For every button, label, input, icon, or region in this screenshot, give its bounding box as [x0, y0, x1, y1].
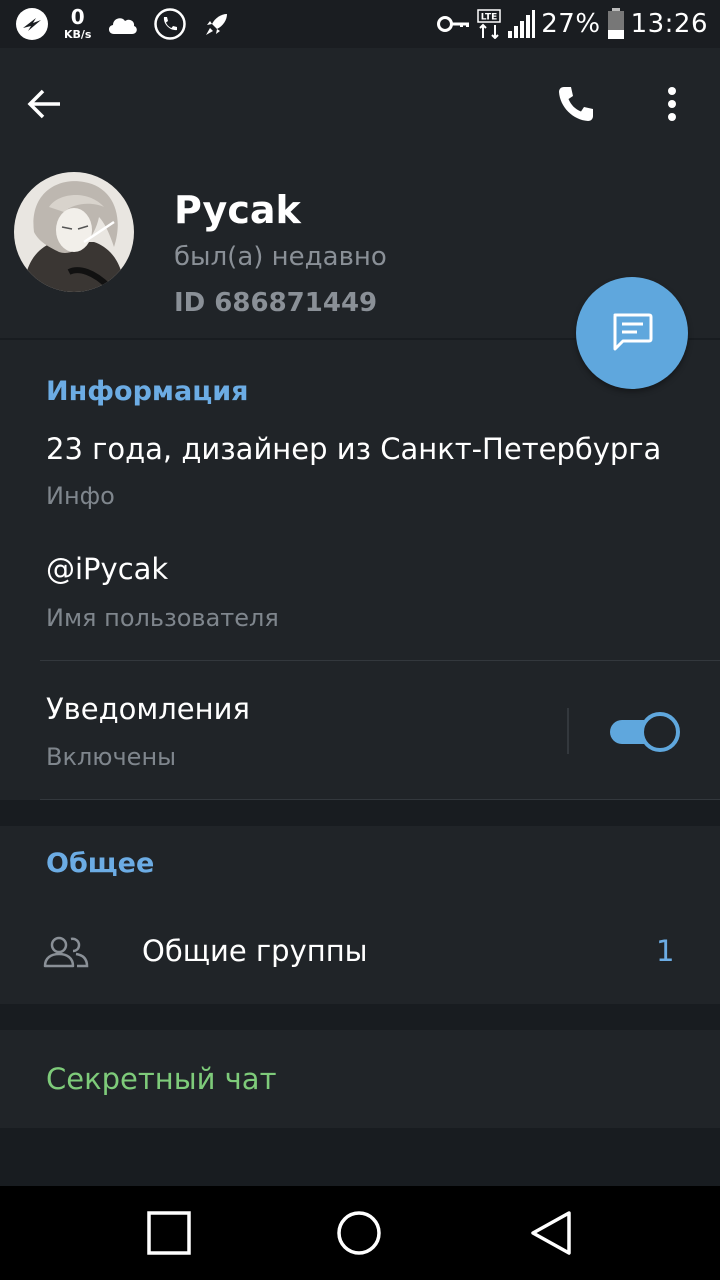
arrow-left-icon [27, 89, 60, 119]
more-options-button[interactable] [650, 80, 694, 128]
divider [40, 660, 720, 661]
chat-bubble-icon [613, 313, 653, 351]
toggle-separator [567, 708, 569, 754]
system-back-button[interactable] [526, 1208, 576, 1258]
triangle-back-icon [531, 1211, 571, 1255]
rocket-icon [201, 8, 233, 40]
common-section-title: Общее [46, 848, 155, 879]
call-button[interactable] [550, 80, 602, 128]
common-groups-label: Общие группы [142, 934, 368, 968]
secret-chat-button[interactable]: Секретный чат [46, 1062, 276, 1096]
common-groups-count: 1 [656, 934, 675, 968]
lte-icon: LTE [477, 9, 502, 39]
home-button[interactable] [334, 1208, 384, 1258]
notifications-label: Уведомления [46, 692, 250, 726]
user-id: ID 686871449 [174, 288, 378, 318]
secret-chat-section: Секретный чат [0, 1030, 720, 1128]
back-button[interactable] [20, 82, 68, 126]
app-icon [14, 6, 50, 42]
notifications-toggle[interactable] [610, 712, 680, 752]
square-icon [147, 1211, 191, 1255]
divider [40, 799, 720, 800]
groups-icon [42, 934, 90, 970]
net-speed: 0 KB/s [64, 7, 91, 40]
svg-text:LTE: LTE [481, 13, 498, 23]
username-text: @iPycak [46, 552, 169, 586]
clock: 13:26 [630, 9, 708, 39]
username-label: Имя пользователя [46, 604, 279, 632]
circle-icon [337, 1211, 381, 1255]
bio-text: 23 года, дизайнер из Санкт-Петербурга [46, 432, 662, 466]
avatar[interactable] [14, 172, 134, 292]
key-icon [437, 14, 471, 34]
phone-icon [559, 87, 593, 121]
system-nav-bar [0, 1186, 720, 1280]
toggle-knob [640, 712, 680, 752]
phone-circle-icon [153, 7, 187, 41]
notifications-state: Включены [46, 743, 177, 771]
recents-button[interactable] [144, 1208, 194, 1258]
last-seen-status: был(а) недавно [174, 242, 387, 272]
battery-icon [607, 8, 625, 40]
cloud-icon [105, 12, 139, 36]
net-speed-unit: KB/s [64, 27, 92, 41]
bio-label: Инфо [46, 482, 115, 510]
more-vert-icon [668, 87, 676, 121]
info-section: Информация 23 года, дизайнер из Санкт-Пе… [0, 340, 720, 800]
status-bar: 0 KB/s LTE 27% 13:26 [0, 0, 720, 48]
net-speed-value: 0 [70, 4, 85, 29]
common-section: Общее Общие группы 1 [0, 826, 720, 1004]
battery-percent: 27% [541, 9, 601, 39]
send-message-button[interactable] [576, 277, 688, 389]
profile-name: Pycak [174, 188, 301, 232]
signal-icon [507, 9, 536, 39]
info-section-title: Информация [46, 376, 249, 407]
